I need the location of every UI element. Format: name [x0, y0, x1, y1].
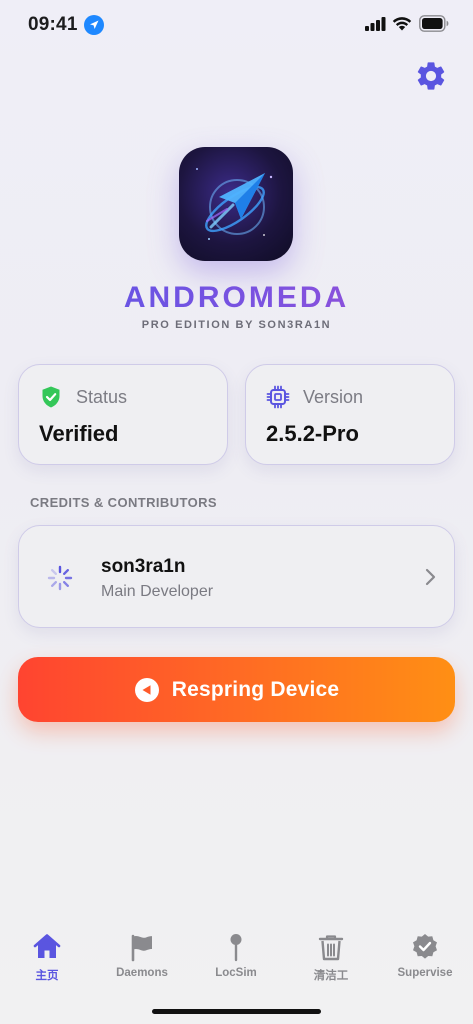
- checkmark-seal-icon: [413, 934, 437, 959]
- pin-icon: [230, 934, 242, 962]
- cellular-signal-icon: [365, 17, 386, 31]
- app-subtitle: PRO EDITION BY SON3RA1N: [141, 319, 332, 331]
- tab-cleaner[interactable]: 清洁工: [284, 932, 378, 992]
- respring-button[interactable]: Respring Device: [18, 657, 455, 722]
- app-title: ANDROMEDA: [0, 281, 473, 315]
- house-icon: [33, 934, 61, 958]
- tab-label: 清洁工: [313, 970, 349, 982]
- tab-daemons[interactable]: Daemons: [95, 932, 189, 992]
- trash-icon: [318, 935, 344, 961]
- credit-role: Main Developer: [101, 583, 214, 600]
- credit-list-item[interactable]: son3ra1n Main Developer: [18, 525, 455, 628]
- version-card: Version 2.5.2-Pro: [245, 364, 455, 465]
- shield-check-icon: [42, 386, 60, 408]
- tab-home[interactable]: 主页: [0, 932, 94, 992]
- comet-arrow-icon: [196, 168, 273, 240]
- status-card: Status Verified: [18, 364, 228, 465]
- app-logo: [179, 147, 293, 261]
- battery-icon: [419, 15, 449, 32]
- status-time: 09:41: [28, 14, 78, 35]
- chip-icon: [266, 385, 290, 409]
- respring-label: Respring Device: [171, 677, 340, 701]
- credits-section-header: CREDITS & CONTRIBUTORS: [30, 495, 217, 510]
- home-indicator[interactable]: [152, 1009, 321, 1014]
- tab-supervise[interactable]: Supervise: [378, 932, 472, 992]
- wifi-icon: [392, 17, 412, 31]
- location-arrow-icon: [84, 15, 104, 35]
- status-bar: 09:41: [0, 0, 473, 52]
- spinner-icon: [47, 565, 73, 591]
- gear-icon: [417, 62, 445, 90]
- status-label: Status: [76, 387, 128, 407]
- credit-name: son3ra1n: [101, 556, 186, 577]
- flag-icon: [131, 934, 152, 962]
- tab-label: Daemons: [116, 967, 168, 979]
- tab-label: Supervise: [397, 967, 453, 979]
- tab-label: LocSim: [215, 967, 257, 979]
- play-reverse-icon: [134, 677, 159, 702]
- version-label: Version: [303, 387, 364, 407]
- settings-button[interactable]: [412, 57, 450, 95]
- chevron-right-icon: [425, 568, 436, 586]
- tab-locsim[interactable]: LocSim: [189, 932, 283, 992]
- status-value: Verified: [39, 421, 119, 446]
- version-value: 2.5.2-Pro: [266, 421, 359, 446]
- tab-label: 主页: [35, 970, 59, 982]
